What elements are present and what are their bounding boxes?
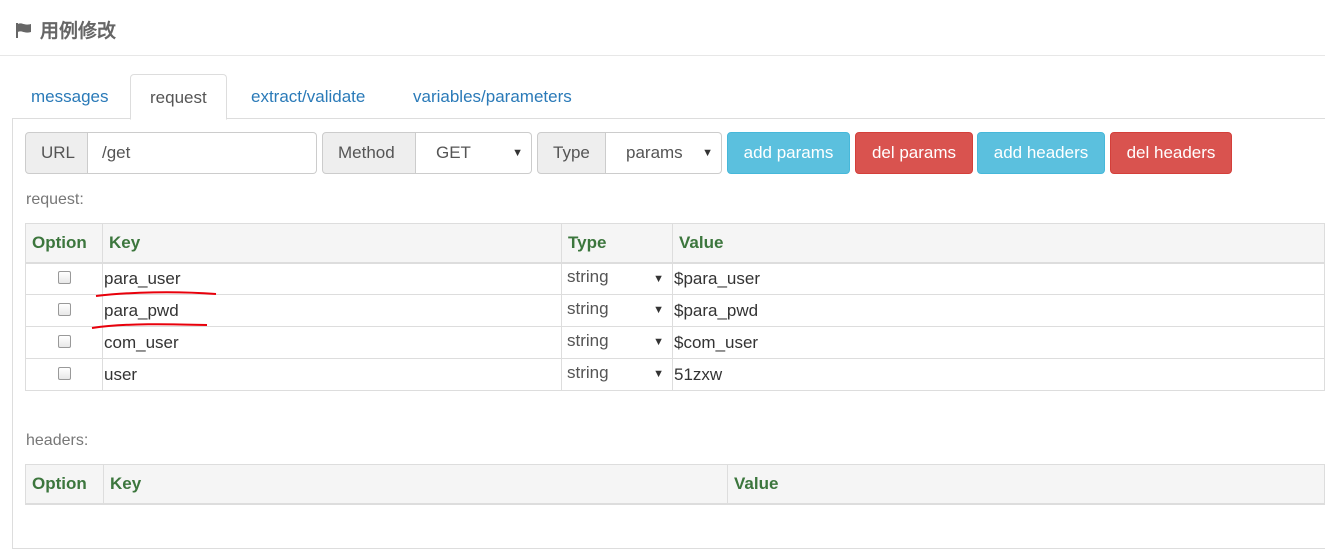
row-checkbox[interactable]	[57, 334, 71, 348]
column-header-value: Value	[727, 464, 1325, 505]
method-select[interactable]: GET ▼	[416, 132, 532, 174]
type-value: string	[567, 362, 609, 382]
column-header-option: Option	[25, 223, 103, 264]
request-section-label: request:	[26, 191, 84, 208]
add-headers-button[interactable]: add headers	[977, 132, 1105, 174]
method-select-value: GET	[436, 143, 471, 162]
tab-messages[interactable]: messages	[12, 74, 127, 119]
key-cell[interactable]: user	[102, 358, 562, 391]
type-select[interactable]: params ▼	[606, 132, 722, 174]
column-header-option: Option	[25, 464, 104, 505]
headers-table: Option Key Value	[25, 464, 1325, 505]
option-cell	[25, 358, 103, 391]
type-label: Type	[537, 132, 606, 174]
column-header-key: Key	[103, 464, 728, 505]
value-cell[interactable]: $para_user	[672, 262, 1325, 295]
key-cell[interactable]: para_pwd	[102, 294, 562, 327]
caret-down-icon: ▼	[653, 368, 664, 380]
request-params-table: Option Key Type Value para_user string ▼ …	[25, 223, 1325, 391]
type-select[interactable]: string ▼	[561, 358, 673, 391]
table-row: para_pwd string ▼ $para_pwd	[25, 294, 1325, 327]
page-title: 用例修改	[14, 16, 116, 43]
flag-icon	[16, 22, 31, 38]
table-row: para_user string ▼ $para_user	[25, 262, 1325, 295]
caret-down-icon: ▼	[653, 336, 664, 348]
del-params-button[interactable]: del params	[855, 132, 973, 174]
caret-down-icon: ▼	[702, 147, 713, 159]
tab-variables-parameters[interactable]: variables/parameters	[394, 74, 591, 119]
page-title-text: 用例修改	[40, 21, 117, 42]
tab-request[interactable]: request	[130, 74, 227, 120]
row-checkbox[interactable]	[57, 270, 71, 284]
option-cell	[25, 294, 103, 327]
method-label: Method	[322, 132, 416, 174]
tab-bar: messages request extract/validate variab…	[12, 74, 1325, 120]
page-header: 用例修改	[0, 0, 1325, 56]
type-value: string	[567, 298, 609, 318]
table-row: user string ▼ 51zxw	[25, 358, 1325, 391]
key-cell[interactable]: com_user	[102, 326, 562, 359]
value-cell[interactable]: 51zxw	[672, 358, 1325, 391]
type-select[interactable]: string ▼	[561, 326, 673, 359]
column-header-key: Key	[102, 223, 562, 264]
table-header-row: Option Key Value	[25, 464, 1325, 505]
caret-down-icon: ▼	[653, 304, 664, 316]
type-input-group: Type params ▼	[537, 132, 722, 174]
row-checkbox[interactable]	[57, 366, 71, 380]
option-cell	[25, 262, 103, 295]
option-cell	[25, 326, 103, 359]
url-input[interactable]: /get	[88, 132, 317, 174]
row-checkbox[interactable]	[57, 302, 71, 316]
value-cell[interactable]: $para_pwd	[672, 294, 1325, 327]
type-select[interactable]: string ▼	[561, 294, 673, 327]
key-cell[interactable]: para_user	[102, 262, 562, 295]
caret-down-icon: ▼	[512, 147, 523, 159]
type-value: string	[567, 330, 609, 350]
method-input-group: Method GET ▼	[322, 132, 532, 174]
value-cell[interactable]: $com_user	[672, 326, 1325, 359]
headers-section-label: headers:	[26, 432, 89, 449]
url-input-group: URL /get	[25, 132, 317, 174]
type-select-value: params	[626, 143, 683, 162]
type-select[interactable]: string ▼	[561, 262, 673, 295]
column-header-value: Value	[672, 223, 1325, 264]
table-header-row: Option Key Type Value	[25, 223, 1325, 264]
tab-extract-validate[interactable]: extract/validate	[232, 74, 384, 119]
table-row: com_user string ▼ $com_user	[25, 326, 1325, 359]
url-label: URL	[25, 132, 88, 174]
column-header-type: Type	[561, 223, 673, 264]
add-params-button[interactable]: add params	[727, 132, 850, 174]
del-headers-button[interactable]: del headers	[1110, 132, 1232, 174]
type-value: string	[567, 266, 609, 286]
caret-down-icon: ▼	[653, 272, 664, 285]
